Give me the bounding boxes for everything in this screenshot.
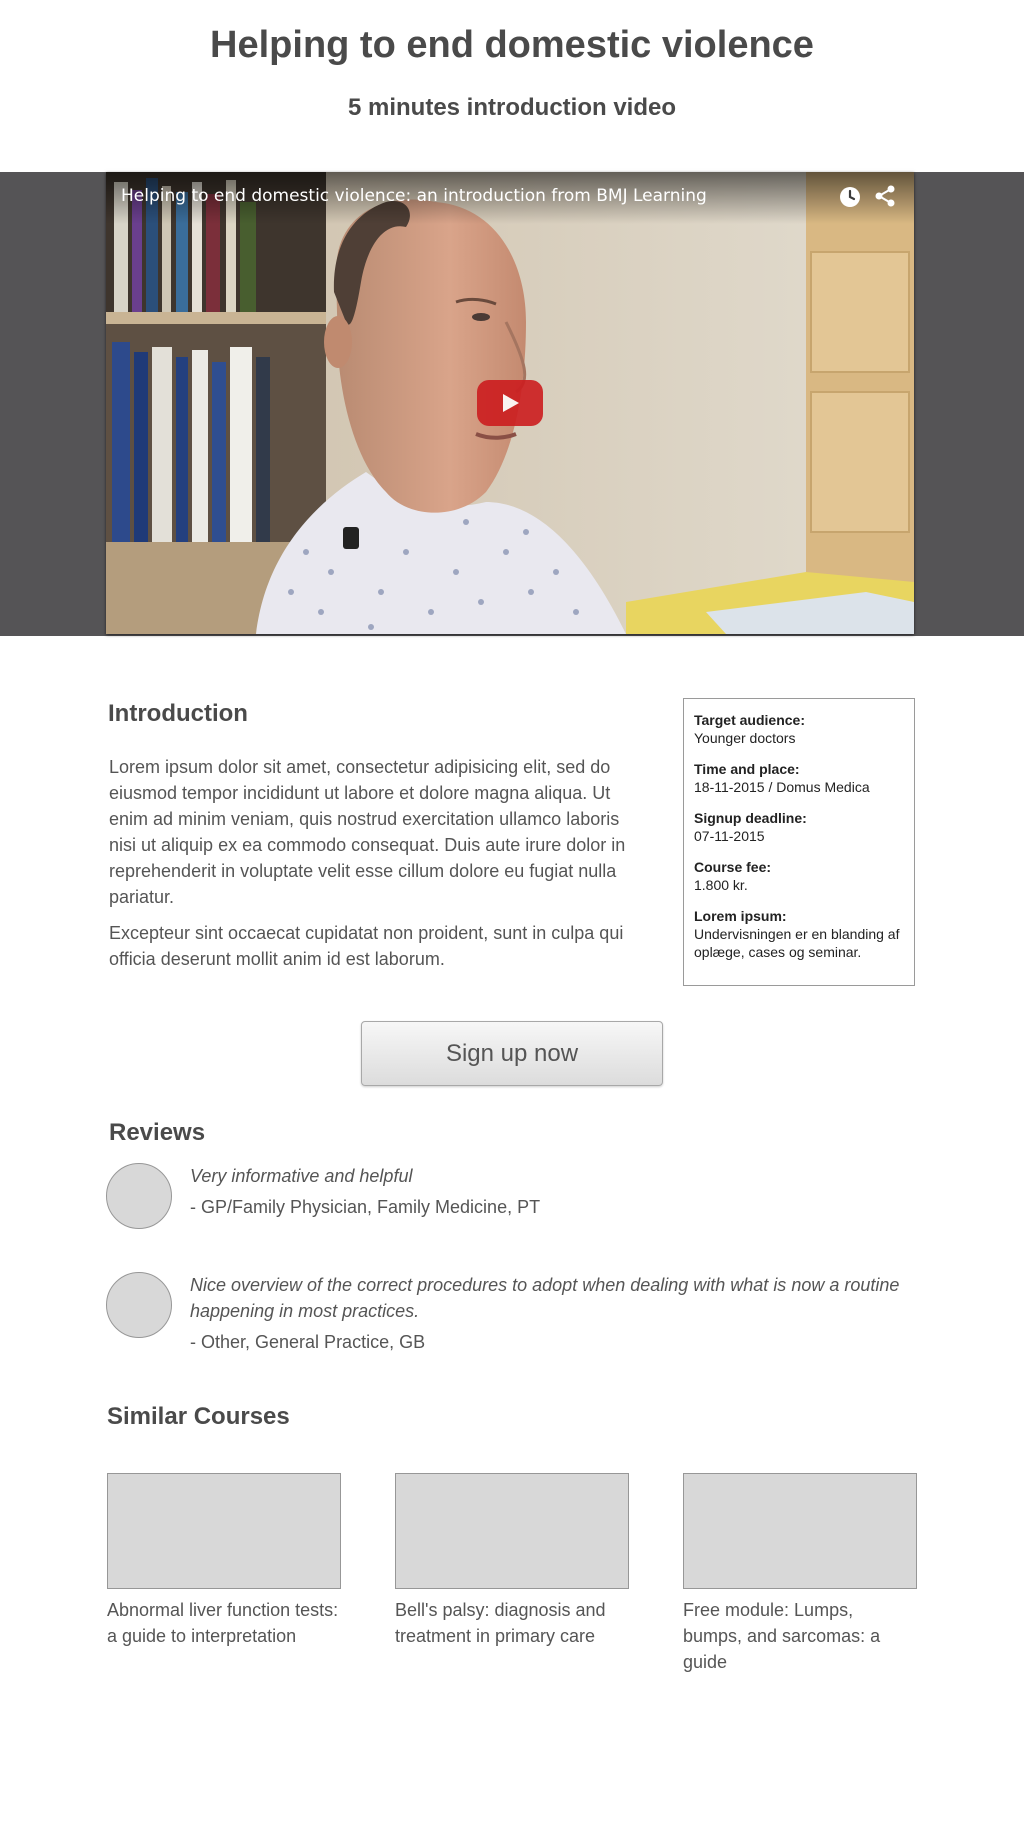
video-player[interactable]: Helping to end domestic violence: an int…: [106, 172, 914, 634]
page-title: Helping to end domestic violence: [210, 24, 814, 66]
review-author: - GP/Family Physician, Family Medicine, …: [190, 1197, 541, 1217]
course-card[interactable]: Bell's palsy: diagnosis and treatment in…: [395, 1473, 629, 1649]
review-item: Nice overview of the correct procedures …: [106, 1272, 926, 1362]
info-label: Signup deadline:: [694, 810, 807, 826]
course-title[interactable]: Bell's palsy: diagnosis and treatment in…: [395, 1597, 629, 1649]
play-icon: [503, 394, 519, 412]
play-button[interactable]: [477, 380, 543, 426]
review-item: Very informative and helpful - GP/Family…: [106, 1163, 926, 1233]
info-label: Time and place:: [694, 761, 800, 777]
introduction-paragraph: Lorem ipsum dolor sit amet, consectetur …: [109, 757, 626, 907]
course-title[interactable]: Free module: Lumps, bumps, and sarcomas:…: [683, 1597, 917, 1675]
info-label: Target audience:: [694, 712, 805, 728]
reviews-heading: Reviews: [109, 1119, 206, 1146]
info-label: Lorem ipsum:: [694, 908, 787, 924]
share-icon[interactable]: [874, 185, 896, 207]
info-course-fee: Course fee: 1.800 kr.: [694, 858, 904, 894]
course-card[interactable]: Free module: Lumps, bumps, and sarcomas:…: [683, 1473, 917, 1675]
video-title[interactable]: Helping to end domestic violence: an int…: [121, 186, 707, 206]
introduction-paragraph: Excepteur sint occaecat cupidatat non pr…: [109, 923, 624, 969]
info-value: 07-11-2015: [694, 828, 765, 844]
introduction-heading: Introduction: [108, 700, 248, 727]
page-subtitle: 5 minutes introduction video: [347, 94, 677, 121]
info-time-and-place: Time and place: 18-11-2015 / Domus Medic…: [694, 760, 904, 796]
info-lorem-ipsum: Lorem ipsum: Undervisningen er en blandi…: [694, 907, 904, 961]
avatar: [106, 1163, 172, 1229]
review-author: - Other, General Practice, GB: [190, 1332, 426, 1352]
info-label: Course fee:: [694, 859, 772, 875]
course-thumbnail[interactable]: [683, 1473, 917, 1589]
info-value: 18-11-2015 / Domus Medica: [694, 779, 870, 795]
introduction-body: Lorem ipsum dolor sit amet, consectetur …: [109, 754, 639, 982]
similar-courses-heading: Similar Courses: [107, 1403, 290, 1430]
review-quote: Very informative and helpful: [190, 1166, 413, 1186]
course-info-box: Target audience: Younger doctors Time an…: [683, 698, 915, 986]
info-value: 1.800 kr.: [694, 877, 748, 893]
avatar: [106, 1272, 172, 1338]
watch-later-icon[interactable]: [839, 186, 861, 208]
course-thumbnail[interactable]: [395, 1473, 629, 1589]
info-value: Younger doctors: [694, 730, 796, 746]
course-thumbnail[interactable]: [107, 1473, 341, 1589]
info-signup-deadline: Signup deadline: 07-11-2015: [694, 809, 904, 845]
review-quote: Nice overview of the correct procedures …: [190, 1275, 900, 1321]
course-card[interactable]: Abnormal liver function tests: a guide t…: [107, 1473, 341, 1649]
info-target-audience: Target audience: Younger doctors: [694, 711, 904, 747]
info-value: Undervisningen er en blanding af oplæge,…: [694, 926, 900, 960]
sign-up-button[interactable]: Sign up now: [361, 1021, 663, 1086]
course-title[interactable]: Abnormal liver function tests: a guide t…: [107, 1597, 341, 1649]
